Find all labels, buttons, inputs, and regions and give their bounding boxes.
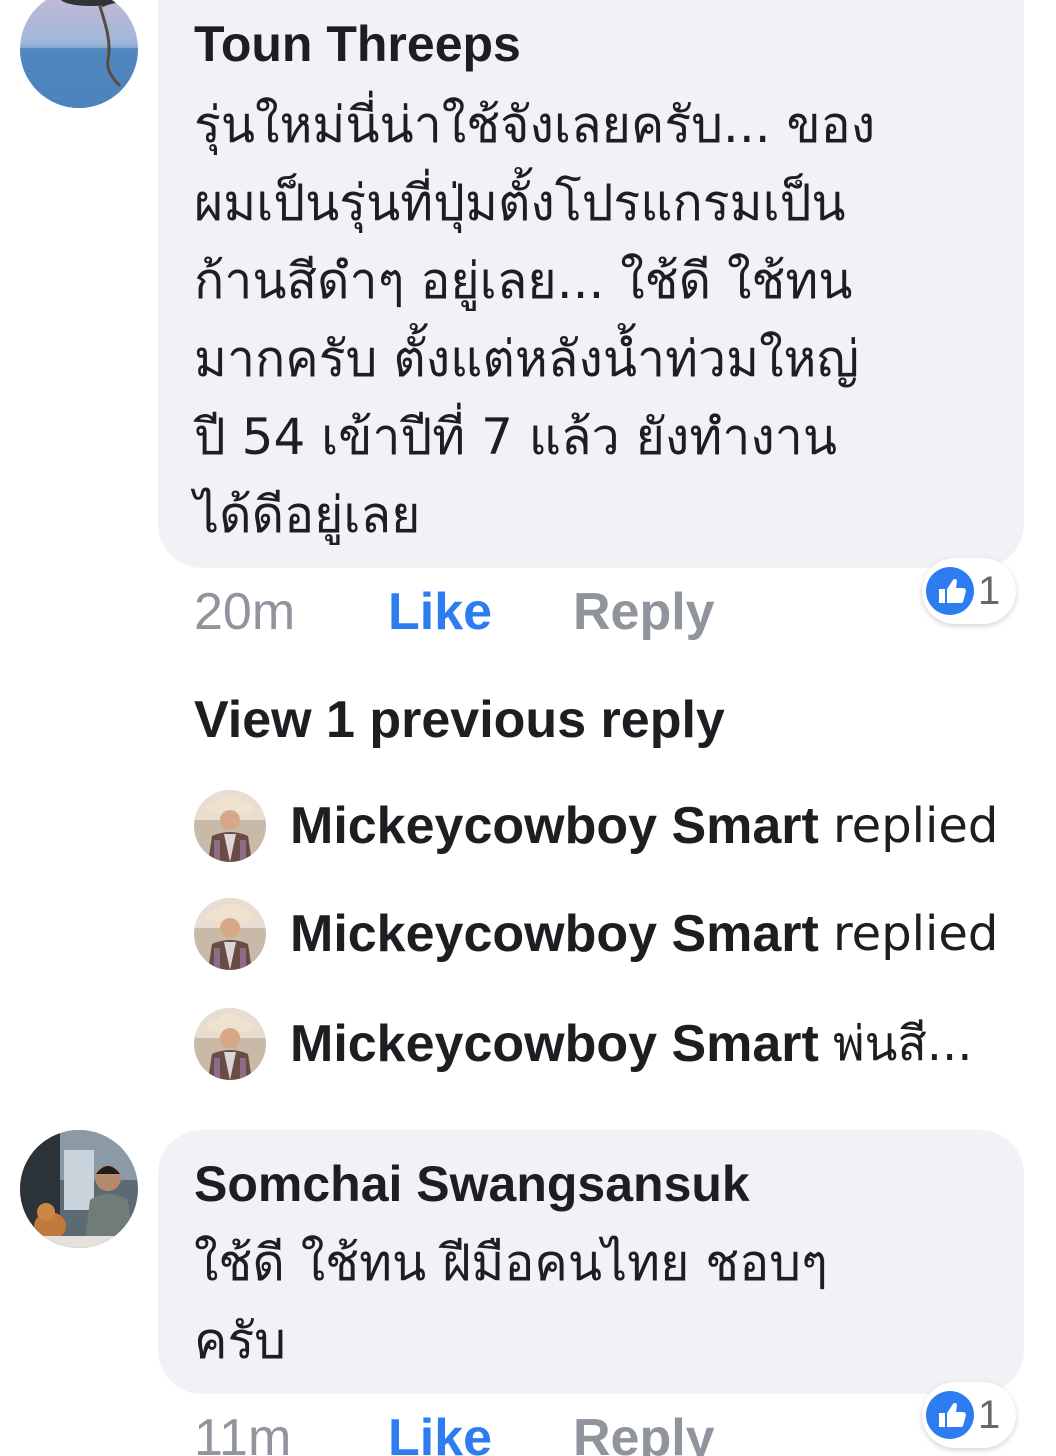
reply-preview-row[interactable]: Mickeycowboy Smart replied [194, 790, 1014, 870]
reaction-count: 1 [978, 1393, 1001, 1437]
reply-snippet: replied [833, 798, 999, 854]
avatar-mickeycowboy-smart [194, 1008, 266, 1080]
avatar-mickeycowboy-smart [194, 790, 266, 862]
comment-timestamp[interactable]: 11m [194, 1408, 291, 1456]
reply-preview-row[interactable]: Mickeycowboy Smart พ่นสี... [194, 1008, 1014, 1088]
reaction-count-pill[interactable]: 1 [922, 1382, 1016, 1448]
comment-author[interactable]: Somchai Swangsansuk [194, 1154, 750, 1214]
comment-text: รุ่นใหม่นี่น่าใช้จังเลยครับ... ของ ผมเป็… [194, 96, 876, 544]
reply-snippet: พ่นสี... [833, 1016, 973, 1072]
comment-author[interactable]: Toun Threeps [194, 14, 521, 74]
comment-timestamp[interactable]: 20m [194, 582, 295, 642]
reaction-count-pill[interactable]: 1 [922, 558, 1016, 624]
comment-text: ใช้ดี ใช้ทน ฝีมือคนไทย ชอบๆ ครับ [194, 1234, 828, 1370]
avatar-image [20, 0, 138, 108]
thumbs-up-icon [926, 1391, 974, 1439]
reaction-count: 1 [978, 569, 1001, 613]
avatar-toun-threeps[interactable] [20, 0, 138, 108]
reply-author: Mickeycowboy Smart [290, 797, 819, 855]
like-button[interactable]: Like [388, 1408, 492, 1456]
reply-button[interactable]: Reply [573, 582, 715, 642]
thumbs-up-icon [926, 567, 974, 615]
reply-preview-row[interactable]: Mickeycowboy Smart replied [194, 898, 1014, 978]
avatar-somchai-swangsansuk[interactable] [20, 1130, 138, 1248]
reply-button[interactable]: Reply [573, 1408, 715, 1456]
comment-thread: Toun Threeps รุ่นใหม่นี่น่าใช้จังเลยครับ… [0, 0, 1056, 1456]
view-previous-replies-link[interactable]: View 1 previous reply [194, 690, 725, 750]
reply-author: Mickeycowboy Smart [290, 905, 819, 963]
reply-author: Mickeycowboy Smart [290, 1015, 819, 1073]
avatar-mickeycowboy-smart [194, 898, 266, 970]
like-button[interactable]: Like [388, 582, 492, 642]
avatar-image [20, 1130, 138, 1248]
reply-snippet: replied [833, 906, 999, 962]
